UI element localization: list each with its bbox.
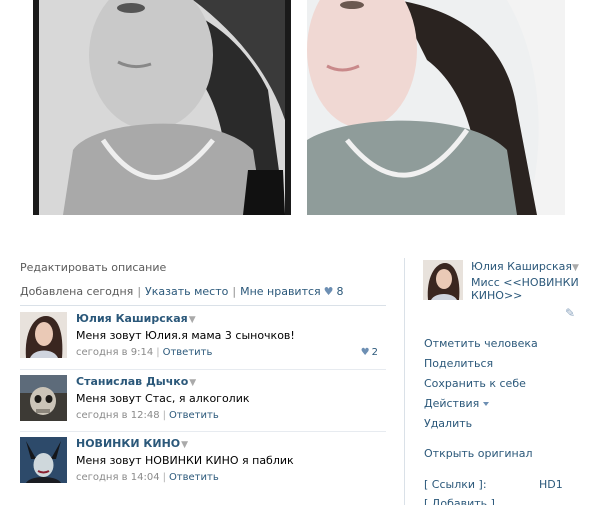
like-count[interactable]: 8	[337, 285, 344, 298]
save-link[interactable]: Сохранить к себе	[424, 377, 526, 390]
reply-link[interactable]: Ответить	[169, 472, 219, 483]
comment-info-separator: |	[156, 347, 160, 358]
photo-meta: Добавлена сегодня | Указать место | Мне нрав…	[20, 285, 344, 298]
comment-text: Меня зовут НОВИНКИ КИНО я паблик	[76, 454, 294, 467]
avatar-image	[20, 437, 67, 483]
avatar[interactable]	[20, 375, 67, 421]
comment-author[interactable]: НОВИНКИ КИНО▼	[76, 437, 188, 450]
actions-label[interactable]: Действия	[424, 397, 479, 410]
comment-item: Юлия Каширская▼ Меня зовут Юлия.я мама 3…	[20, 308, 386, 368]
owner-description[interactable]: Мисс <<НОВИНКИ КИНО>>	[471, 276, 581, 302]
comment-time[interactable]: сегодня в 14:04	[76, 472, 160, 483]
open-original-link[interactable]: Открыть оригинал	[424, 447, 533, 460]
owner-avatar-image	[423, 260, 463, 300]
actions-dropdown[interactable]: Действия	[424, 397, 490, 410]
comment-text: Меня зовут Стас, я алкоголик	[76, 392, 250, 405]
edit-description-link[interactable]: Редактировать описание	[20, 261, 166, 274]
add-link[interactable]: [ Добавить ]	[424, 497, 495, 505]
comment-info-separator: |	[162, 410, 166, 421]
comment-author-name[interactable]: Станислав Дычко	[76, 375, 188, 388]
photo-color-image	[307, 0, 565, 215]
hd-link[interactable]: HD1	[539, 478, 563, 491]
caret-down-icon[interactable]: ▼	[572, 263, 579, 273]
comment-author-name[interactable]: Юлия Каширская	[76, 312, 188, 325]
photo-sidebar: Юлия Каширская▼ Мисс <<НОВИНКИ КИНО>> ✎ …	[404, 258, 600, 505]
comment-info: сегодня в 12:48 | Ответить	[76, 410, 219, 421]
comment-divider	[20, 431, 386, 432]
share-link[interactable]: Поделиться	[424, 357, 493, 370]
comment-author[interactable]: Юлия Каширская▼	[76, 312, 196, 325]
photo-bw[interactable]	[33, 0, 291, 215]
comment-author[interactable]: Станислав Дычко▼	[76, 375, 196, 388]
owner-avatar[interactable]	[423, 260, 463, 300]
avatar-image	[20, 312, 67, 358]
photo-color[interactable]	[307, 0, 565, 215]
comment-info: сегодня в 9:14 | Ответить	[76, 347, 212, 358]
comment-like-count[interactable]: 2	[372, 347, 378, 358]
caret-down-icon[interactable]: ▼	[189, 378, 196, 388]
comment-time[interactable]: сегодня в 9:14	[76, 347, 153, 358]
heart-icon[interactable]: ♥	[324, 285, 334, 298]
owner-name[interactable]: Юлия Каширская▼	[471, 260, 579, 273]
delete-link[interactable]: Удалить	[424, 417, 472, 430]
meta-separator: |	[137, 285, 142, 298]
added-date: Добавлена сегодня	[20, 285, 134, 298]
comment-info: сегодня в 14:04 | Ответить	[76, 472, 219, 483]
reply-link[interactable]: Ответить	[169, 410, 219, 421]
comment-info-separator: |	[162, 472, 166, 483]
caret-down-icon[interactable]: ▼	[189, 315, 196, 325]
set-location-link[interactable]: Указать место	[145, 285, 228, 298]
tag-person-link[interactable]: Отметить человека	[424, 337, 538, 350]
comment-time[interactable]: сегодня в 12:48	[76, 410, 160, 421]
avatar-image	[20, 375, 67, 421]
links-label[interactable]: [ Ссылки ]:	[424, 478, 487, 491]
photo-bw-image	[33, 0, 291, 215]
comment-item: НОВИНКИ КИНО▼ Меня зовут НОВИНКИ КИНО я …	[20, 433, 386, 493]
comment-divider	[20, 369, 386, 370]
comment-like[interactable]: ♥ 2	[361, 347, 378, 358]
avatar[interactable]	[20, 312, 67, 358]
comment-item: Станислав Дычко▼ Меня зовут Стас, я алко…	[20, 371, 386, 431]
divider	[20, 305, 386, 306]
comment-text: Меня зовут Юлия.я мама 3 сыночков!	[76, 329, 295, 342]
owner-name-text[interactable]: Юлия Каширская	[471, 260, 572, 273]
pencil-icon[interactable]: ✎	[565, 306, 579, 320]
meta-separator: |	[232, 285, 237, 298]
reply-link[interactable]: Ответить	[163, 347, 213, 358]
caret-down-icon[interactable]: ▼	[181, 440, 188, 450]
comment-author-name[interactable]: НОВИНКИ КИНО	[76, 437, 180, 450]
like-button[interactable]: Мне нравится	[240, 285, 321, 298]
chevron-down-icon[interactable]	[483, 402, 490, 406]
avatar[interactable]	[20, 437, 67, 483]
heart-icon[interactable]: ♥	[361, 347, 370, 358]
photo-strip	[0, 0, 600, 232]
